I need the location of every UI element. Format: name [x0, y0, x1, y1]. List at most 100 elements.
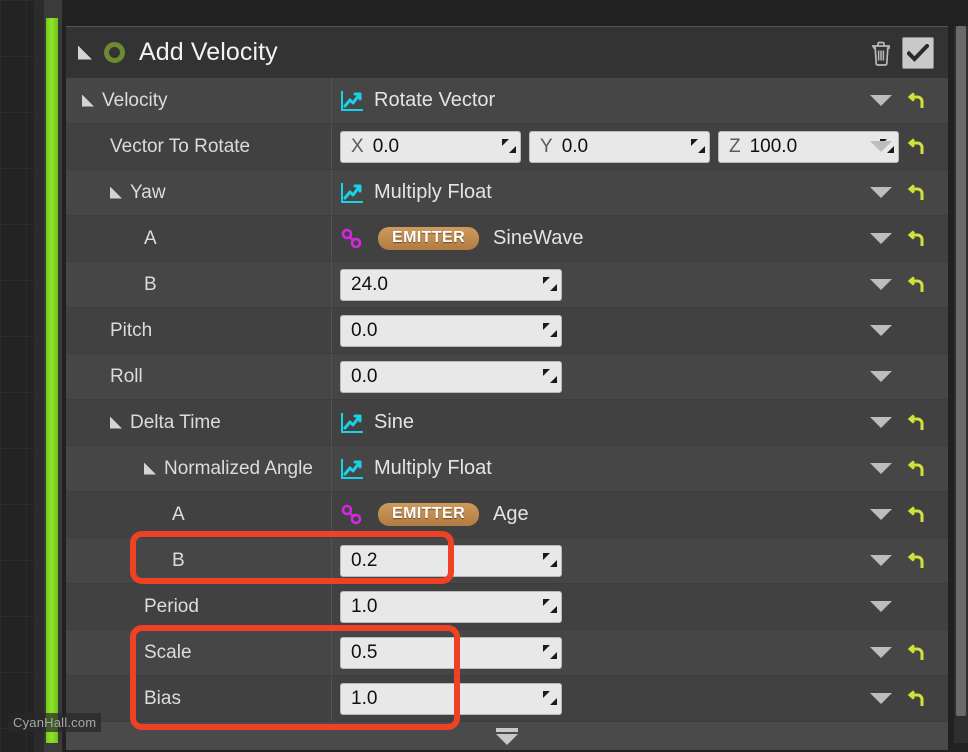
- row-gutter: [860, 492, 948, 537]
- row-roll-6-input-drag-handle[interactable]: [542, 369, 557, 384]
- property-name-cell: A: [66, 492, 332, 537]
- dynamic-input-graph-icon: [340, 458, 364, 480]
- property-row: Normalized Angle Multiply Float: [66, 446, 948, 492]
- row-roll-6-input[interactable]: 0.0: [340, 360, 562, 393]
- green-ring-icon: [104, 42, 125, 63]
- row-dropdown-caret-icon[interactable]: [870, 647, 892, 658]
- chevron-down-icon[interactable]: [492, 728, 522, 745]
- row-scale-12-input-drag-handle[interactable]: [542, 645, 557, 660]
- property-value-cell: EMITTER SineWave: [332, 216, 948, 261]
- property-row: B 0.2: [66, 538, 948, 584]
- property-row: Vector To Rotate X 0.0 Y 0.0 Z 100.0: [66, 124, 948, 170]
- row-normalized-angle-8-dynamic-input[interactable]: Multiply Float: [340, 457, 492, 480]
- reset-to-default-icon[interactable]: [906, 459, 926, 479]
- module-collapse-strip[interactable]: [66, 722, 948, 750]
- property-row: Period 1.0: [66, 584, 948, 630]
- property-row: A EMITTER SineWave: [66, 216, 948, 262]
- property-name-cell: Delta Time: [66, 400, 332, 445]
- property-value-cell: 1.0: [332, 676, 948, 721]
- row-dropdown-caret-icon[interactable]: [870, 555, 892, 566]
- module-enabled-checkbox[interactable]: [902, 36, 934, 69]
- panel-scrollbar[interactable]: [954, 26, 968, 743]
- property-name-cell: Roll: [66, 354, 332, 399]
- row-a-9-parameter-link[interactable]: EMITTER Age: [340, 503, 529, 526]
- property-name-cell: Scale: [66, 630, 332, 675]
- row-a-9-parameter-name: Age: [493, 503, 529, 525]
- property-label: A: [172, 503, 185, 525]
- row-normalized-angle-8-dynamic-name: Multiply Float: [374, 457, 492, 479]
- row-dropdown-caret-icon[interactable]: [870, 141, 892, 152]
- row-gutter: [860, 78, 948, 123]
- row-period-11-input-drag-handle[interactable]: [542, 599, 557, 614]
- property-name-cell: Bias: [66, 676, 332, 721]
- row-a-3-parameter-link[interactable]: EMITTER SineWave: [340, 227, 583, 250]
- row-delta-time-7-dynamic-input[interactable]: Sine: [340, 411, 414, 434]
- reset-to-default-icon[interactable]: [906, 91, 926, 111]
- row-bias-13-input-drag-handle[interactable]: [542, 691, 557, 706]
- row-vector-to-rotate-1-y-input-drag-handle[interactable]: [690, 139, 705, 154]
- row-vector-to-rotate-1-z-input-value: 100.0: [749, 135, 798, 157]
- row-dropdown-caret-icon[interactable]: [870, 693, 892, 704]
- dynamic-input-graph-icon: [340, 412, 364, 434]
- property-value-cell: 0.0: [332, 308, 948, 353]
- row-gutter: [860, 400, 948, 445]
- reset-to-default-icon[interactable]: [906, 505, 926, 525]
- trash-icon[interactable]: [870, 40, 892, 66]
- row-vector-to-rotate-1-y-input-value: 0.0: [561, 135, 589, 157]
- module-header[interactable]: Add Velocity: [66, 27, 948, 78]
- row-vector-to-rotate-1-y-input-axis-label: Y: [540, 135, 553, 157]
- row-velocity-0-dynamic-input[interactable]: Rotate Vector: [340, 89, 495, 112]
- reset-to-default-icon[interactable]: [906, 413, 926, 433]
- row-b-10-input-drag-handle[interactable]: [542, 553, 557, 568]
- row-expand-triangle-icon[interactable]: [144, 462, 156, 475]
- row-b-10-input[interactable]: 0.2: [340, 544, 562, 577]
- row-expand-triangle-icon[interactable]: [110, 416, 122, 429]
- reset-to-default-icon[interactable]: [906, 229, 926, 249]
- row-dropdown-caret-icon[interactable]: [870, 187, 892, 198]
- row-vector-to-rotate-1-y-input[interactable]: Y 0.0: [529, 130, 710, 163]
- property-label: Velocity: [102, 89, 168, 111]
- row-dropdown-caret-icon[interactable]: [870, 95, 892, 106]
- row-dropdown-caret-icon[interactable]: [870, 279, 892, 290]
- row-scale-12-input[interactable]: 0.5: [340, 636, 562, 669]
- reset-to-default-icon[interactable]: [906, 689, 926, 709]
- row-vector-to-rotate-1-x-input-drag-handle[interactable]: [501, 139, 516, 154]
- reset-to-default-icon[interactable]: [906, 137, 926, 157]
- property-row: Velocity Rotate Vector: [66, 78, 948, 124]
- row-gutter: [860, 676, 948, 721]
- row-dropdown-caret-icon[interactable]: [870, 371, 892, 382]
- row-expand-triangle-icon[interactable]: [110, 186, 122, 199]
- row-yaw-2-dynamic-input[interactable]: Multiply Float: [340, 181, 492, 204]
- reset-to-default-icon[interactable]: [906, 183, 926, 203]
- row-dropdown-caret-icon[interactable]: [870, 463, 892, 474]
- row-dropdown-caret-icon[interactable]: [870, 417, 892, 428]
- row-dropdown-caret-icon[interactable]: [870, 325, 892, 336]
- row-vector-to-rotate-1-x-input-axis-label: X: [351, 135, 364, 157]
- row-vector-to-rotate-1-x-input[interactable]: X 0.0: [340, 130, 521, 163]
- row-b-4-input-drag-handle[interactable]: [542, 277, 557, 292]
- row-dropdown-caret-icon[interactable]: [870, 509, 892, 520]
- row-dropdown-caret-icon[interactable]: [870, 601, 892, 612]
- row-gutter: [860, 308, 948, 353]
- reset-to-default-icon[interactable]: [906, 551, 926, 571]
- property-value-cell: Rotate Vector: [332, 78, 948, 123]
- property-label: Vector To Rotate: [110, 135, 251, 157]
- row-dropdown-caret-icon[interactable]: [870, 233, 892, 244]
- row-b-4-input[interactable]: 24.0: [340, 268, 562, 301]
- property-label: Pitch: [110, 319, 153, 341]
- property-rows: Velocity Rotate Vector Vector To Rotate …: [66, 78, 948, 722]
- module-expand-triangle-icon[interactable]: [78, 45, 92, 60]
- row-a-3-namespace-badge: EMITTER: [378, 227, 480, 250]
- row-gutter: [860, 124, 948, 169]
- reset-to-default-icon[interactable]: [906, 275, 926, 295]
- row-expand-triangle-icon[interactable]: [82, 94, 94, 107]
- row-gutter: [860, 170, 948, 215]
- row-pitch-5-input[interactable]: 0.0: [340, 314, 562, 347]
- panel-scrollbar-thumb[interactable]: [956, 26, 966, 716]
- reset-to-default-icon[interactable]: [906, 643, 926, 663]
- property-name-cell: Yaw: [66, 170, 332, 215]
- row-pitch-5-input-drag-handle[interactable]: [542, 323, 557, 338]
- row-period-11-input[interactable]: 1.0: [340, 590, 562, 623]
- property-label: Delta Time: [130, 411, 221, 433]
- row-bias-13-input[interactable]: 1.0: [340, 682, 562, 715]
